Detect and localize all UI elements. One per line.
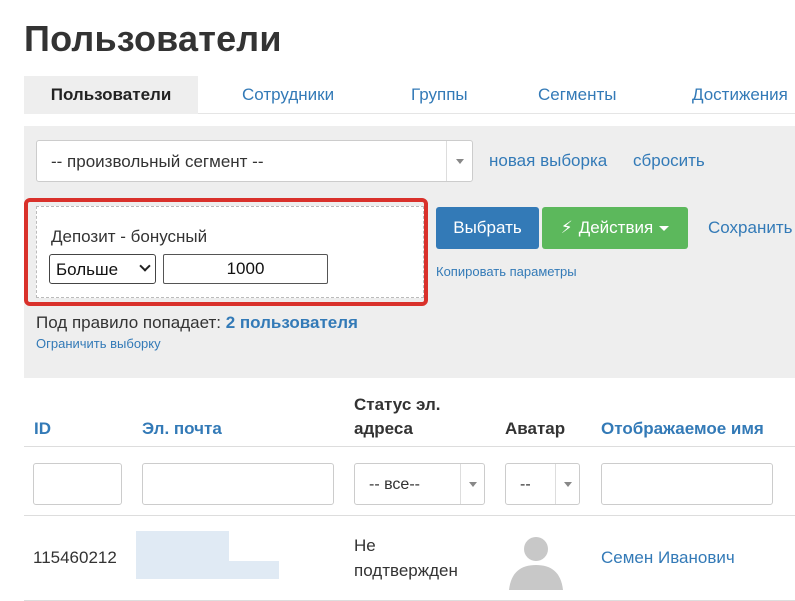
tab-bar: Пользователи Сотрудники Группы Сегменты …: [24, 76, 795, 114]
email-status-filter-arrow[interactable]: [460, 464, 484, 504]
save-link[interactable]: Сохранить: [708, 218, 792, 238]
select-button[interactable]: Выбрать: [436, 207, 539, 249]
column-header-email-status-line2: адреса: [354, 419, 413, 438]
caret-down-icon: [469, 482, 477, 487]
email-status-line1: Не: [354, 536, 376, 555]
tab-achievements[interactable]: Достижения: [692, 76, 788, 114]
display-name-link[interactable]: Семен Иванович: [601, 548, 735, 568]
rule-result-count[interactable]: 2 пользователя: [226, 313, 358, 332]
segment-select[interactable]: -- произвольный сегмент --: [36, 140, 473, 182]
tab-segments[interactable]: Сегменты: [538, 76, 616, 114]
column-header-id[interactable]: ID: [34, 419, 51, 439]
reset-link[interactable]: сбросить: [633, 151, 705, 171]
avatar-filter-value: --: [520, 476, 531, 493]
copy-params-link[interactable]: Копировать параметры: [436, 264, 577, 279]
actions-button-label: Действия: [578, 218, 654, 237]
avatar-filter-arrow[interactable]: [555, 464, 579, 504]
email-status-filter-select[interactable]: -- все--: [354, 463, 485, 505]
redacted-email: [136, 561, 279, 579]
column-header-avatar: Аватар: [505, 419, 566, 438]
rule-result: Под правило попадает: 2 пользователя: [36, 313, 358, 333]
user-id: 115460212: [33, 548, 117, 567]
segment-select-value: -- произвольный сегмент --: [51, 152, 264, 171]
column-header-email-status-line1: Статус эл.: [354, 395, 441, 414]
filter-panel: -- произвольный сегмент -- новая выборка…: [24, 126, 795, 378]
highlight-outline: [24, 198, 428, 306]
limit-selection-link[interactable]: Ограничить выборку: [36, 336, 161, 351]
rule-result-prefix: Под правило попадает:: [36, 313, 221, 332]
avatar-filter-select[interactable]: --: [505, 463, 580, 505]
actions-button[interactable]: ⚡︎ Действия: [542, 207, 688, 249]
display-name-filter-input[interactable]: [601, 463, 773, 505]
column-header-email[interactable]: Эл. почта: [142, 419, 222, 439]
column-header-display-name[interactable]: Отображаемое имя: [601, 419, 764, 439]
user-silhouette-icon: [509, 537, 563, 590]
table-filter-row: -- все-- --: [24, 446, 795, 516]
page-title: Пользователи: [24, 18, 282, 59]
email-status-filter-value: -- все--: [369, 476, 420, 493]
email-filter-input[interactable]: [142, 463, 334, 505]
caret-down-icon: [659, 226, 670, 232]
tab-employees[interactable]: Сотрудники: [242, 76, 334, 114]
id-filter-input[interactable]: [33, 463, 122, 505]
caret-down-icon: [564, 482, 572, 487]
users-table: ID Эл. почта Статус эл. адреса Аватар От…: [24, 378, 795, 601]
tab-groups[interactable]: Группы: [411, 76, 468, 114]
table-row: 115460212 Не подтвержден Семен Иванович: [24, 516, 795, 601]
email-status-line2: подтвержден: [354, 561, 458, 580]
caret-down-icon: [456, 159, 464, 164]
lightning-bolt-icon: ⚡︎: [560, 218, 573, 237]
redacted-email: [136, 531, 229, 561]
segment-select-arrow[interactable]: [446, 141, 472, 181]
new-selection-link[interactable]: новая выборка: [489, 151, 607, 171]
tab-users[interactable]: Пользователи: [24, 76, 198, 114]
